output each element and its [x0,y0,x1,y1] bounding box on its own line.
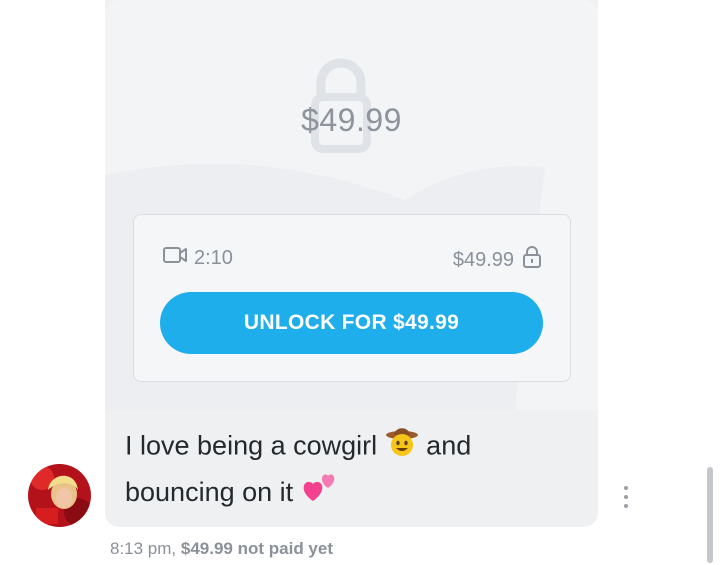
more-options-icon[interactable] [620,486,632,508]
video-camera-icon [162,245,188,271]
locked-media-preview[interactable]: $49.99 2:10 $49.99 UNLOCK FOR $49.99 [105,0,598,410]
unlock-panel: 2:10 $49.99 UNLOCK FOR $49.99 [133,214,571,382]
message-line2: bouncing on it [125,477,294,507]
payment-status: $49.99 not paid yet [180,539,334,558]
message-time: 8:13 pm, [110,539,177,558]
price-text: $49.99 [452,248,514,271]
locked-price-overlay: $49.99 [301,102,402,138]
scrollbar[interactable] [707,467,713,563]
video-duration: 2:10 [162,245,233,271]
cowboy-face-emoji [385,424,419,471]
message-bubble: $49.99 2:10 $49.99 UNLOCK FOR $49.99 I l… [105,0,598,527]
two-hearts-emoji [301,471,337,516]
message-text: I love being a cowgirl and bouncing on i… [125,424,565,516]
duration-text: 2:10 [194,246,233,269]
unlock-button[interactable]: UNLOCK FOR $49.99 [160,292,543,354]
lock-icon [522,245,542,275]
message-meta: 8:13 pm, $49.99 not paid yet [110,539,333,559]
avatar[interactable] [28,464,91,527]
price-with-lock: $49.99 [453,245,542,275]
message-line1: I love being a cowgirl [125,430,378,461]
message-line1-end: and [426,430,472,461]
